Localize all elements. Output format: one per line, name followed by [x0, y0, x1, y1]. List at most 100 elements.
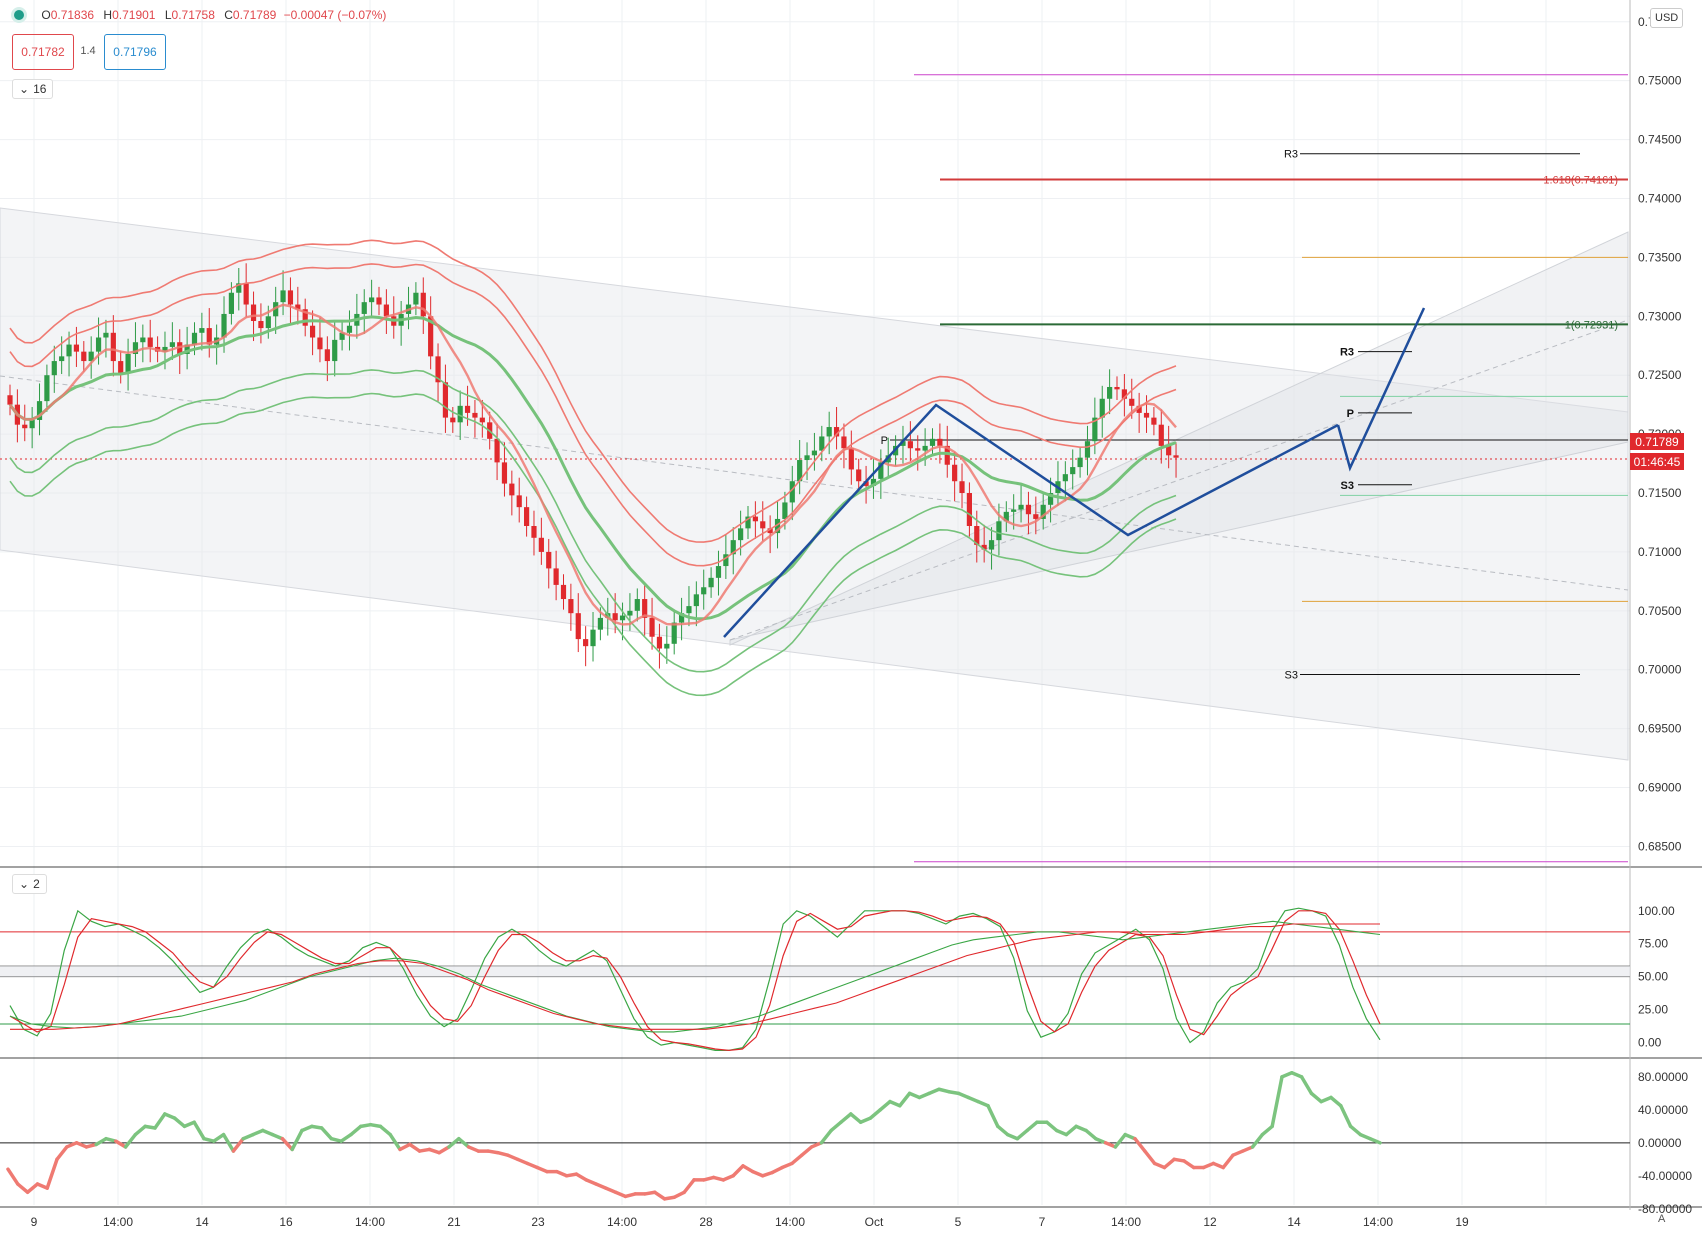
sell-button[interactable]: 0.71782 [12, 34, 74, 70]
price-tick-label: 0.69000 [1638, 781, 1682, 795]
price-tick-label: 0.73000 [1638, 309, 1682, 323]
candle-body [619, 615, 626, 621]
pivot-label: R3 [1340, 347, 1354, 359]
candle-body [568, 599, 574, 614]
candle-body [258, 321, 264, 329]
candle-body [1070, 467, 1076, 475]
time-tick-label: 14 [195, 1215, 209, 1229]
candle-body [848, 448, 854, 470]
candle-body [701, 587, 707, 595]
low-label: L [164, 8, 172, 22]
candle-body [752, 516, 758, 522]
candle-body [29, 419, 35, 429]
high-value: 0.71901 [112, 8, 156, 22]
time-tick-label: 19 [1455, 1215, 1469, 1229]
ohlc-readout: O0.71836 H0.71901 L0.71758 C0.71789 −0.0… [14, 8, 386, 22]
candle-body [494, 438, 500, 463]
spread-value: 1.4 [80, 45, 96, 57]
candle-body [656, 636, 663, 649]
buy-button[interactable]: 0.71796 [104, 34, 166, 70]
candle-body [575, 613, 581, 640]
price-tick-label: 0.71000 [1638, 545, 1682, 559]
candle-body [1158, 424, 1164, 446]
time-tick-label: 28 [699, 1215, 713, 1229]
candle-body [1018, 504, 1024, 510]
candle-body [442, 382, 449, 418]
candle-body [664, 643, 670, 649]
candle-body [1173, 455, 1179, 458]
candle-body [228, 292, 234, 314]
candle-body [715, 566, 722, 578]
price-tick-label: 0.72500 [1638, 368, 1682, 382]
candle-body [250, 304, 257, 322]
candle-body [346, 325, 353, 333]
oscillator-tick-label: 25.00 [1638, 1003, 1668, 1017]
candle-body [856, 469, 862, 482]
candle-body [81, 351, 87, 362]
oscillator-tick-label: 0.00 [1638, 1035, 1662, 1049]
fib-level-label: 1.618(0.74161) [1543, 175, 1618, 187]
auto-scale-button[interactable]: A [1658, 1213, 1665, 1225]
low-value: 0.71758 [171, 8, 215, 22]
fib-level-label: 1(0.72931) [1565, 319, 1618, 331]
candle-body [937, 438, 943, 446]
price-tick-label: 0.74000 [1638, 191, 1682, 205]
candle-body [686, 606, 692, 614]
candle-body [413, 292, 419, 305]
candle-body [524, 507, 530, 526]
candle-body [671, 622, 677, 644]
oscillator-toggle[interactable]: ⌄ 2 [12, 874, 47, 894]
price-tick-label: 0.70500 [1638, 604, 1682, 618]
indicator-count: 16 [33, 82, 47, 96]
candle-body [324, 349, 330, 362]
time-tick-label: 14 [1287, 1215, 1301, 1229]
oscillator-band [0, 966, 1630, 977]
candle-body [841, 436, 847, 449]
candle-body [546, 551, 552, 569]
candle-body [531, 526, 537, 538]
candle-body [782, 502, 788, 519]
currency-badge[interactable]: USD [1650, 8, 1684, 28]
oscillator-tick-label: 75.00 [1638, 937, 1668, 951]
candle-body [627, 610, 633, 616]
candle-body [265, 316, 271, 329]
time-tick-label: 5 [955, 1215, 962, 1229]
candle-body [243, 283, 249, 305]
candle-body [1129, 398, 1135, 406]
main-indicators-toggle[interactable]: ⌄ 16 [12, 79, 54, 99]
candle-body [996, 521, 1002, 541]
indicator-count: 2 [33, 877, 40, 891]
candle-body [332, 339, 338, 362]
candle-body [501, 462, 508, 484]
candle-body [1107, 386, 1113, 399]
momentum-tick-label: 80.00000 [1638, 1070, 1688, 1084]
candle-body [1077, 457, 1083, 468]
candle-body [988, 540, 995, 550]
candle-body [612, 613, 618, 621]
time-tick-label: 14:00 [607, 1215, 637, 1229]
candle-body [590, 629, 596, 647]
candle-body [22, 424, 28, 429]
candle-body [634, 599, 640, 611]
price-tick-label: 0.73500 [1638, 250, 1682, 264]
candle-body [583, 639, 589, 647]
candle-body [1025, 504, 1032, 515]
candle-body [317, 337, 323, 350]
candle-body [110, 332, 116, 362]
candle-body [376, 297, 382, 305]
candle-body [103, 332, 109, 338]
candle-body [1151, 417, 1157, 425]
time-tick-label: 14:00 [1363, 1215, 1393, 1229]
candle-body [191, 332, 198, 345]
candle-body [125, 354, 131, 373]
candle-body [95, 337, 102, 352]
price-chart[interactable]: 1.618(0.74161)1(0.72931)R3PS3R3PS30.7550… [0, 0, 1702, 1235]
candle-body [509, 483, 515, 496]
time-tick-label: 14:00 [103, 1215, 133, 1229]
pivot-label: P [1347, 408, 1354, 420]
candle-body [538, 537, 544, 552]
candle-body [929, 438, 936, 446]
candle-body [59, 356, 65, 362]
candle-body [1143, 412, 1150, 418]
price-tick-label: 0.68500 [1638, 839, 1682, 853]
